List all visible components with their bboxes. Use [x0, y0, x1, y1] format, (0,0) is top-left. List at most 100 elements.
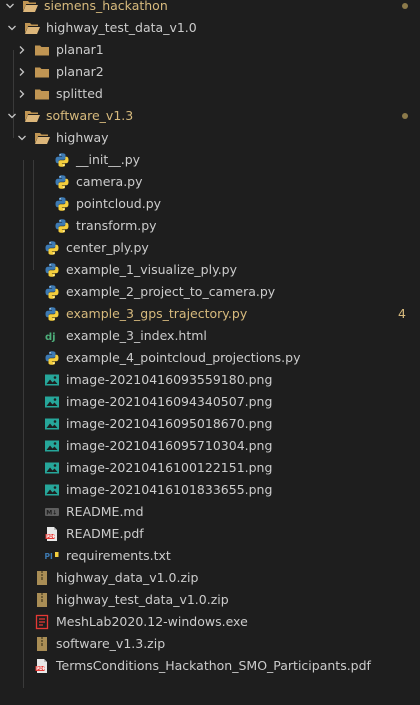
- item-label: README.md: [66, 504, 144, 519]
- file-example-4-pointcloud-projections-py[interactable]: example_4_pointcloud_projections.py: [0, 347, 420, 369]
- file-example-2-project-to-camera-py[interactable]: example_2_project_to_camera.py: [0, 281, 420, 303]
- item-label: siemens_hackathon: [44, 0, 168, 13]
- file-meshlab2020-12-windows-exe[interactable]: MeshLab2020.12-windows.exe: [0, 611, 420, 633]
- item-label: MeshLab2020.12-windows.exe: [56, 614, 248, 629]
- file-image-20210416100122151-png[interactable]: image-20210416100122151.png: [0, 457, 420, 479]
- folder-splitted[interactable]: splitted: [0, 83, 420, 105]
- svg-text:PDF: PDF: [36, 666, 46, 671]
- python-icon: [44, 262, 60, 278]
- item-label: highway_test_data_v1.0: [46, 20, 197, 35]
- file-requirements-txt[interactable]: PI requirements.txt: [0, 545, 420, 567]
- image-icon: [44, 482, 60, 498]
- pdf-icon: PDF: [44, 526, 60, 542]
- file-software-v1-3-zip[interactable]: software_v1.3.zip: [0, 633, 420, 655]
- python-icon: [54, 152, 70, 168]
- chevron-right-icon[interactable]: [16, 83, 28, 105]
- file-highway-test-data-v1-0-zip[interactable]: highway_test_data_v1.0.zip: [0, 589, 420, 611]
- file-image-20210416101833655-png[interactable]: image-20210416101833655.png: [0, 479, 420, 501]
- python-icon: [54, 196, 70, 212]
- zip-icon: [34, 636, 50, 652]
- zip-icon: [34, 570, 50, 586]
- item-label: requirements.txt: [66, 548, 171, 563]
- django-icon: dj: [44, 328, 60, 344]
- file-transform-py[interactable]: transform.py: [0, 215, 420, 237]
- image-icon: [44, 394, 60, 410]
- folder-open-icon: [34, 130, 50, 146]
- folder-open-icon: [24, 108, 40, 124]
- item-label: TermsConditions_Hackathon_SMO_Participan…: [56, 658, 371, 673]
- folder-highway-test-data-v1-0[interactable]: highway_test_data_v1.0: [0, 17, 420, 39]
- item-label: example_3_index.html: [66, 328, 207, 343]
- item-label: highway: [56, 130, 109, 145]
- file-image-20210416095710304-png[interactable]: image-20210416095710304.png: [0, 435, 420, 457]
- item-label: center_ply.py: [66, 240, 149, 255]
- image-icon: [44, 438, 60, 454]
- exe-icon: [34, 614, 50, 630]
- file-example-1-visualize-ply-py[interactable]: example_1_visualize_ply.py: [0, 259, 420, 281]
- python-icon: [44, 284, 60, 300]
- item-label: planar1: [56, 42, 104, 57]
- item-label: README.pdf: [66, 526, 144, 541]
- file-camera-py[interactable]: camera.py: [0, 171, 420, 193]
- file-highway-data-v1-0-zip[interactable]: highway_data_v1.0.zip: [0, 567, 420, 589]
- file-image-20210416094340507-png[interactable]: image-20210416094340507.png: [0, 391, 420, 413]
- folder-open-icon: [24, 20, 40, 36]
- item-label: highway_test_data_v1.0.zip: [56, 592, 229, 607]
- chevron-down-icon[interactable]: [16, 127, 28, 149]
- svg-text:M↓: M↓: [46, 510, 57, 517]
- item-label: transform.py: [76, 218, 157, 233]
- file-readme-pdf[interactable]: PDF README.pdf: [0, 523, 420, 545]
- chevron-right-icon[interactable]: [16, 61, 28, 83]
- chevron-down-icon[interactable]: [6, 105, 18, 127]
- folder-software-v1-3[interactable]: software_v1.3: [0, 105, 420, 127]
- file-image-20210416093559180-png[interactable]: image-20210416093559180.png: [0, 369, 420, 391]
- folder-siemens-hackathon[interactable]: siemens_hackathon: [0, 0, 420, 17]
- item-label: example_2_project_to_camera.py: [66, 284, 276, 299]
- item-label: splitted: [56, 86, 103, 101]
- item-label: planar2: [56, 64, 104, 79]
- item-label: image-20210416095710304.png: [66, 438, 273, 453]
- file-image-20210416095018670-png[interactable]: image-20210416095018670.png: [0, 413, 420, 435]
- file-init-py[interactable]: __init__.py: [0, 149, 420, 171]
- svg-text:PI: PI: [45, 552, 53, 561]
- python-icon: [54, 218, 70, 234]
- folder-icon: [34, 64, 50, 80]
- folder-planar2[interactable]: planar2: [0, 61, 420, 83]
- item-label: example_1_visualize_ply.py: [66, 262, 237, 277]
- image-icon: [44, 460, 60, 476]
- problems-count-badge: 4: [398, 306, 406, 321]
- chevron-right-icon[interactable]: [16, 39, 28, 61]
- item-label: example_3_gps_trajectory.py: [66, 306, 248, 321]
- folder-icon: [34, 86, 50, 102]
- item-label: image-20210416093559180.png: [66, 372, 273, 387]
- item-label: __init__.py: [76, 152, 141, 167]
- image-icon: [44, 372, 60, 388]
- svg-text:PDF: PDF: [46, 534, 56, 539]
- image-icon: [44, 416, 60, 432]
- folder-highway[interactable]: highway: [0, 127, 420, 149]
- folder-open-icon: [22, 0, 38, 14]
- file-center-ply-py[interactable]: center_ply.py: [0, 237, 420, 259]
- modified-dot-indicator: [402, 113, 408, 119]
- file-example-3-gps-trajectory-py[interactable]: example_3_gps_trajectory.py 4: [0, 303, 420, 325]
- python-icon: [44, 350, 60, 366]
- file-pointcloud-py[interactable]: pointcloud.py: [0, 193, 420, 215]
- svg-text:dj: dj: [45, 332, 56, 343]
- chevron-down-icon[interactable]: [4, 0, 16, 17]
- pip-icon: PI: [44, 548, 60, 564]
- chevron-down-icon[interactable]: [6, 17, 18, 39]
- item-label: software_v1.3: [46, 108, 134, 123]
- file-readme-md[interactable]: M↓ README.md: [0, 501, 420, 523]
- item-label: example_4_pointcloud_projections.py: [66, 350, 301, 365]
- folder-icon: [34, 42, 50, 58]
- item-label: camera.py: [76, 174, 143, 189]
- file-example-3-index-html[interactable]: dj example_3_index.html: [0, 325, 420, 347]
- folder-planar1[interactable]: planar1: [0, 39, 420, 61]
- python-icon: [54, 174, 70, 190]
- zip-icon: [34, 592, 50, 608]
- item-label: software_v1.3.zip: [56, 636, 166, 651]
- item-label: image-20210416100122151.png: [66, 460, 273, 475]
- python-icon: [44, 306, 60, 322]
- file-termsconditions-hackathon-smo-participants-pdf[interactable]: PDF TermsConditions_Hackathon_SMO_Partici…: [0, 655, 420, 677]
- markdown-icon: M↓: [44, 504, 60, 520]
